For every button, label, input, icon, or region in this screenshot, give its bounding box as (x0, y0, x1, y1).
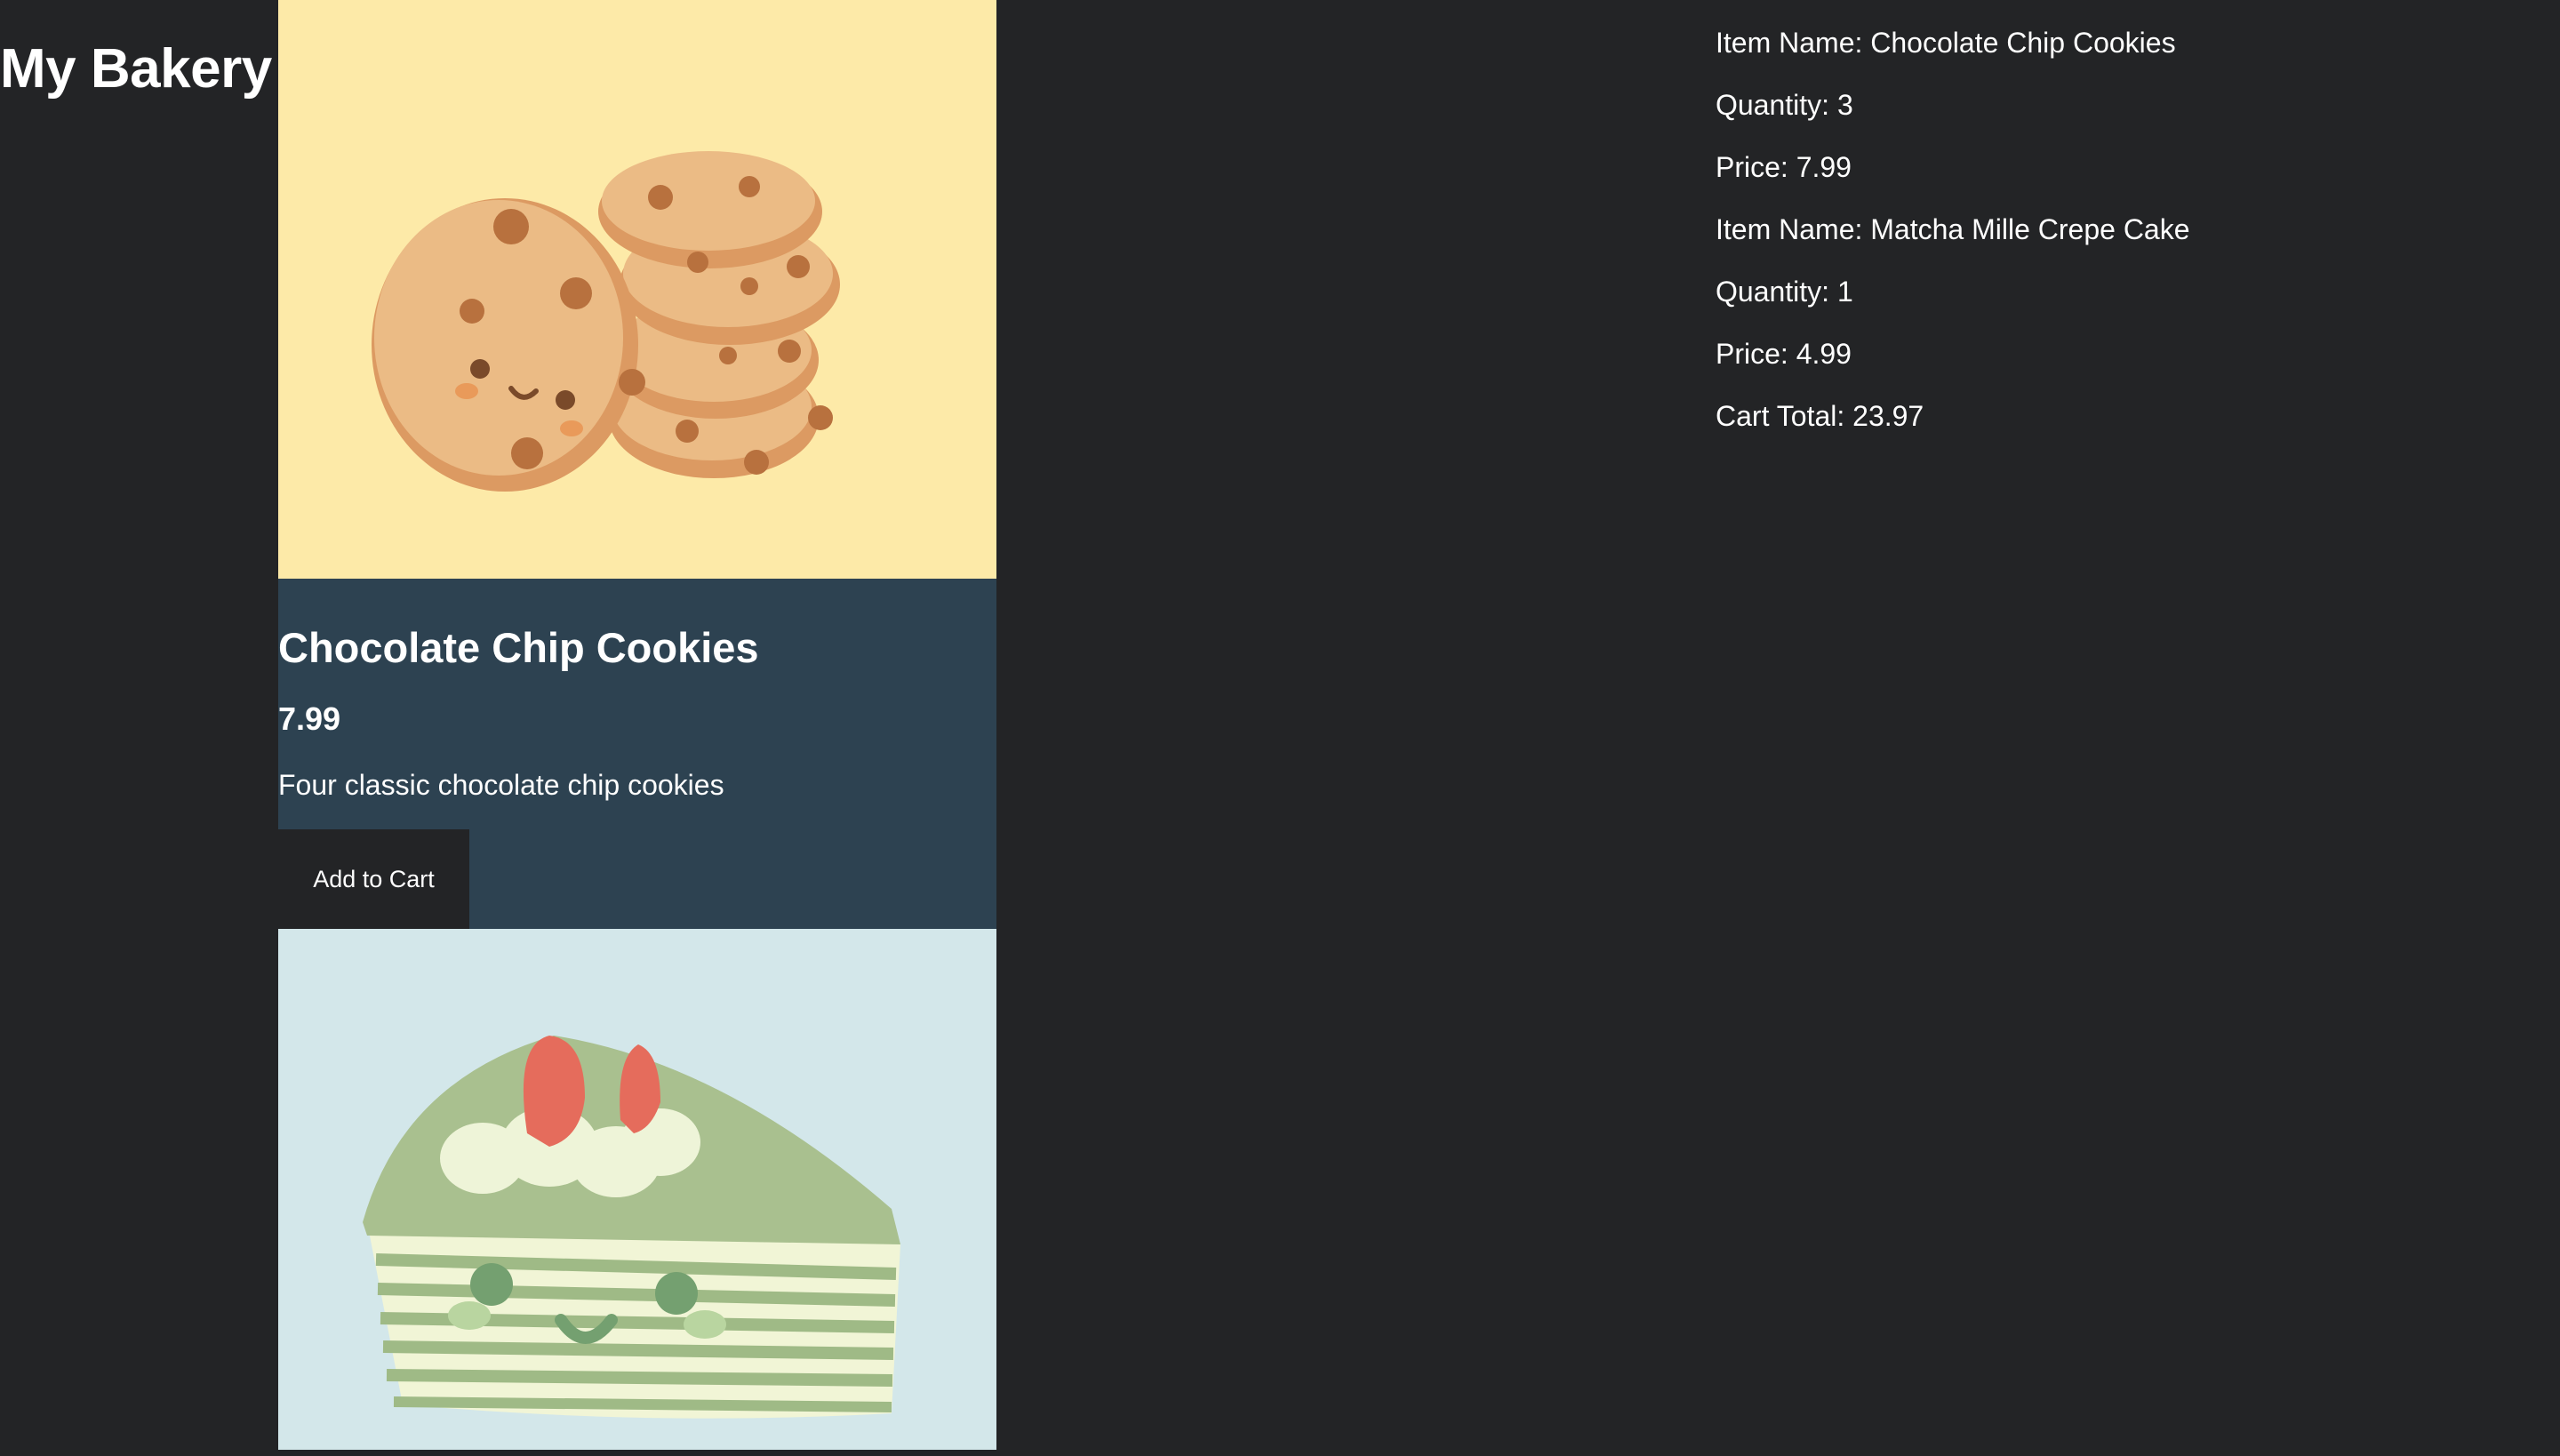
cart-total: Cart Total: 23.97 (1716, 400, 1924, 432)
product-name: Chocolate Chip Cookies (278, 624, 759, 671)
product-card: Chocolate Chip Cookies 7.99 Four classic… (278, 0, 996, 929)
product-list: Chocolate Chip Cookies 7.99 Four classic… (278, 0, 996, 1450)
cart-item-quantity: Quantity: 1 (1716, 276, 1853, 308)
cart-item-price: Price: 7.99 (1716, 151, 1852, 183)
cart-item-name: Item Name: Chocolate Chip Cookies (1716, 27, 2176, 59)
product-description: Four classic chocolate chip cookies (278, 769, 724, 801)
cookies-illustration (278, 0, 996, 579)
cart-item-quantity: Quantity: 3 (1716, 89, 1853, 121)
matcha-crepe-cake-illustration (278, 929, 996, 1450)
add-to-cart-button[interactable]: Add to Cart (278, 829, 469, 929)
product-price: 7.99 (278, 700, 341, 737)
cart-item-name: Item Name: Matcha Mille Crepe Cake (1716, 213, 2190, 245)
site-title: My Bakery (0, 38, 272, 100)
cart-panel: Item Name: Chocolate Chip Cookies Quanti… (1716, 25, 2190, 460)
product-card (278, 929, 996, 1450)
cart-item-price: Price: 4.99 (1716, 338, 1852, 370)
